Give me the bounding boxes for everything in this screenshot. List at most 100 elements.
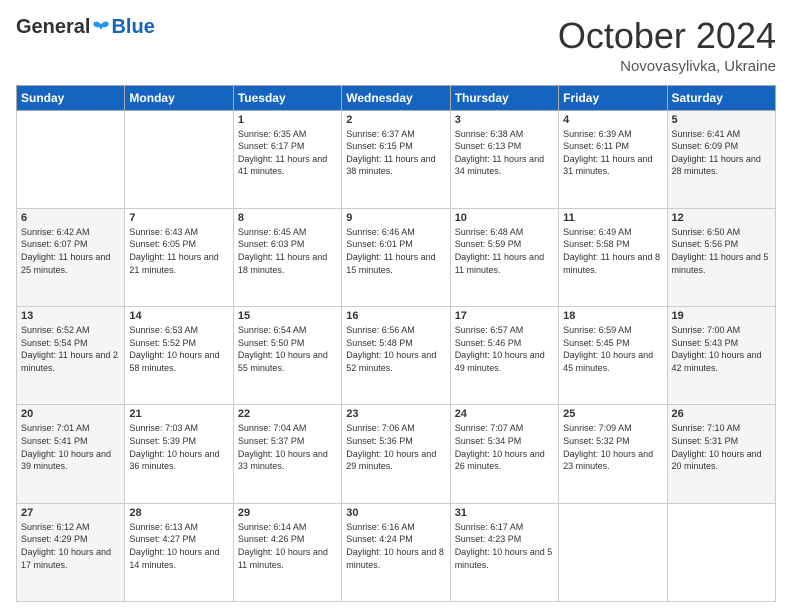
day-info: Sunrise: 7:09 AMSunset: 5:32 PMDaylight:…: [563, 422, 662, 472]
day-number: 13: [21, 310, 120, 322]
calendar-cell: 2 Sunrise: 6:37 AMSunset: 6:15 PMDaylight…: [342, 110, 450, 208]
calendar-cell: [667, 503, 775, 601]
calendar-table: SundayMondayTuesdayWednesdayThursdayFrid…: [16, 85, 776, 602]
weekday-header-friday: Friday: [559, 85, 667, 110]
calendar-cell: 6Sunrise: 6:42 AMSunset: 6:07 PMDaylight…: [17, 208, 125, 306]
weekday-header-saturday: Saturday: [667, 85, 775, 110]
location-subtitle: Novovasylivka, Ukraine: [558, 58, 776, 75]
calendar-cell: 27 Sunrise: 6:12 AMSunset: 4:29 PMDayligh…: [17, 503, 125, 601]
day-number: 12: [672, 212, 771, 224]
day-info: Sunrise: 6:42 AMSunset: 6:07 PMDaylight:…: [21, 226, 120, 276]
logo-blue: Blue: [111, 16, 154, 39]
title-block: October 2024 Novovasylivka, Ukraine: [558, 16, 776, 75]
calendar-cell: [125, 110, 233, 208]
day-info: Sunrise: 7:01 AMSunset: 5:41 PMDaylight:…: [21, 422, 120, 472]
calendar-cell: 24 Sunrise: 7:07 AMSunset: 5:34 PMDayligh…: [450, 405, 558, 503]
day-info: Sunrise: 6:57 AMSunset: 5:46 PMDaylight:…: [455, 324, 554, 374]
day-info: Sunrise: 6:56 AMSunset: 5:48 PMDaylight:…: [346, 324, 445, 374]
day-number: 26: [672, 408, 771, 420]
day-info: Sunrise: 6:59 AMSunset: 5:45 PMDaylight:…: [563, 324, 662, 374]
day-info: Sunrise: 6:53 AMSunset: 5:52 PMDaylight:…: [129, 324, 228, 374]
day-info: Sunrise: 6:37 AMSunset: 6:15 PMDaylight:…: [346, 128, 445, 178]
day-number: 11: [563, 212, 662, 224]
calendar-cell: 28Sunrise: 6:13 AMSunset: 4:27 PMDayligh…: [125, 503, 233, 601]
calendar-cell: [559, 503, 667, 601]
day-info: Sunrise: 6:54 AMSunset: 5:50 PMDaylight:…: [238, 324, 337, 374]
calendar-cell: [17, 110, 125, 208]
day-info: Sunrise: 6:41 AMSunset: 6:09 PMDaylight:…: [672, 128, 771, 178]
calendar-cell: 15 Sunrise: 6:54 AMSunset: 5:50 PMDayligh…: [233, 307, 341, 405]
calendar-cell: 1 Sunrise: 6:35 AMSunset: 6:17 PMDaylight…: [233, 110, 341, 208]
day-number: 16: [346, 310, 445, 322]
day-number: 24: [455, 408, 554, 420]
page-header: General Blue October 2024 Novovasylivka,…: [16, 16, 776, 75]
logo-bird-icon: [92, 19, 110, 37]
calendar-cell: 4Sunrise: 6:39 AMSunset: 6:11 PMDaylight…: [559, 110, 667, 208]
day-info: Sunrise: 7:03 AMSunset: 5:39 PMDaylight:…: [129, 422, 228, 472]
calendar-cell: 5 Sunrise: 6:41 AMSunset: 6:09 PMDaylight…: [667, 110, 775, 208]
day-info: Sunrise: 6:16 AMSunset: 4:24 PMDaylight:…: [346, 521, 445, 571]
day-number: 29: [238, 507, 337, 519]
day-number: 19: [672, 310, 771, 322]
calendar-cell: 7 Sunrise: 6:43 AMSunset: 6:05 PMDaylight…: [125, 208, 233, 306]
day-number: 27: [21, 507, 120, 519]
day-info: Sunrise: 7:07 AMSunset: 5:34 PMDaylight:…: [455, 422, 554, 472]
day-number: 9: [346, 212, 445, 224]
day-info: Sunrise: 6:43 AMSunset: 6:05 PMDaylight:…: [129, 226, 228, 276]
day-info: Sunrise: 6:35 AMSunset: 6:17 PMDaylight:…: [238, 128, 337, 178]
day-number: 3: [455, 114, 554, 126]
calendar-cell: 12Sunrise: 6:50 AMSunset: 5:56 PMDayligh…: [667, 208, 775, 306]
day-info: Sunrise: 6:12 AMSunset: 4:29 PMDaylight:…: [21, 521, 120, 571]
calendar-cell: 16 Sunrise: 6:56 AMSunset: 5:48 PMDayligh…: [342, 307, 450, 405]
day-number: 1: [238, 114, 337, 126]
day-number: 22: [238, 408, 337, 420]
day-number: 15: [238, 310, 337, 322]
weekday-header-sunday: Sunday: [17, 85, 125, 110]
day-info: Sunrise: 6:49 AMSunset: 5:58 PMDaylight:…: [563, 226, 662, 276]
day-number: 4: [563, 114, 662, 126]
day-number: 25: [563, 408, 662, 420]
day-number: 8: [238, 212, 337, 224]
weekday-header-monday: Monday: [125, 85, 233, 110]
day-number: 5: [672, 114, 771, 126]
logo: General Blue: [16, 16, 155, 39]
day-number: 18: [563, 310, 662, 322]
month-title: October 2024: [558, 16, 776, 56]
calendar-cell: 23Sunrise: 7:06 AMSunset: 5:36 PMDayligh…: [342, 405, 450, 503]
day-number: 7: [129, 212, 228, 224]
calendar-week-row: 27 Sunrise: 6:12 AMSunset: 4:29 PMDayligh…: [17, 503, 776, 601]
calendar-cell: 19 Sunrise: 7:00 AMSunset: 5:43 PMDayligh…: [667, 307, 775, 405]
calendar-cell: 21 Sunrise: 7:03 AMSunset: 5:39 PMDayligh…: [125, 405, 233, 503]
calendar-cell: 14Sunrise: 6:53 AMSunset: 5:52 PMDayligh…: [125, 307, 233, 405]
calendar-week-row: 6Sunrise: 6:42 AMSunset: 6:07 PMDaylight…: [17, 208, 776, 306]
calendar-cell: 25 Sunrise: 7:09 AMSunset: 5:32 PMDayligh…: [559, 405, 667, 503]
calendar-cell: 20 Sunrise: 7:01 AMSunset: 5:41 PMDayligh…: [17, 405, 125, 503]
calendar-cell: 10Sunrise: 6:48 AMSunset: 5:59 PMDayligh…: [450, 208, 558, 306]
day-info: Sunrise: 6:17 AMSunset: 4:23 PMDaylight:…: [455, 521, 554, 571]
day-number: 31: [455, 507, 554, 519]
weekday-header-tuesday: Tuesday: [233, 85, 341, 110]
calendar-cell: 22 Sunrise: 7:04 AMSunset: 5:37 PMDayligh…: [233, 405, 341, 503]
day-info: Sunrise: 6:46 AMSunset: 6:01 PMDaylight:…: [346, 226, 445, 276]
day-info: Sunrise: 6:38 AMSunset: 6:13 PMDaylight:…: [455, 128, 554, 178]
day-number: 23: [346, 408, 445, 420]
day-info: Sunrise: 7:00 AMSunset: 5:43 PMDaylight:…: [672, 324, 771, 374]
day-number: 28: [129, 507, 228, 519]
day-number: 2: [346, 114, 445, 126]
calendar-week-row: 1 Sunrise: 6:35 AMSunset: 6:17 PMDaylight…: [17, 110, 776, 208]
day-number: 21: [129, 408, 228, 420]
calendar-cell: 29 Sunrise: 6:14 AMSunset: 4:26 PMDayligh…: [233, 503, 341, 601]
day-info: Sunrise: 7:10 AMSunset: 5:31 PMDaylight:…: [672, 422, 771, 472]
weekday-header-thursday: Thursday: [450, 85, 558, 110]
calendar-cell: 26 Sunrise: 7:10 AMSunset: 5:31 PMDayligh…: [667, 405, 775, 503]
calendar-header-row: SundayMondayTuesdayWednesdayThursdayFrid…: [17, 85, 776, 110]
calendar-cell: 3 Sunrise: 6:38 AMSunset: 6:13 PMDaylight…: [450, 110, 558, 208]
day-number: 20: [21, 408, 120, 420]
day-info: Sunrise: 7:04 AMSunset: 5:37 PMDaylight:…: [238, 422, 337, 472]
calendar-cell: 30 Sunrise: 6:16 AMSunset: 4:24 PMDayligh…: [342, 503, 450, 601]
calendar-cell: 17Sunrise: 6:57 AMSunset: 5:46 PMDayligh…: [450, 307, 558, 405]
day-number: 30: [346, 507, 445, 519]
day-info: Sunrise: 6:48 AMSunset: 5:59 PMDaylight:…: [455, 226, 554, 276]
day-info: Sunrise: 6:14 AMSunset: 4:26 PMDaylight:…: [238, 521, 337, 571]
calendar-cell: 18 Sunrise: 6:59 AMSunset: 5:45 PMDayligh…: [559, 307, 667, 405]
